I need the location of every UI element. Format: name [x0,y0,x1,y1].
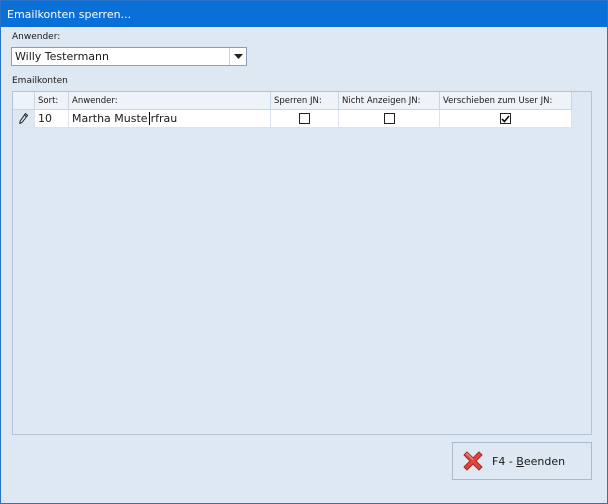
sort-cell[interactable]: 10 [35,110,69,128]
user-cell[interactable]: Martha Muste rfrau [69,110,271,128]
user-cell-text-start: Martha Muste [72,112,148,125]
nicht-anzeigen-cell [339,110,440,128]
text-caret [148,112,150,125]
verschieben-checkbox[interactable] [500,113,511,124]
title-bar[interactable]: Emailkonten sperren... [1,1,607,27]
pencil-icon [19,113,28,124]
header-sort[interactable]: Sort: [35,92,69,109]
sperren-cell [271,110,339,128]
user-label: Anwender: [12,32,61,42]
row-selector[interactable] [13,110,35,128]
dropdown-arrow-icon[interactable] [229,48,246,65]
user-combobox-value: Willy Testermann [15,50,109,63]
dialog-window: Emailkonten sperren... Anwender: Willy T… [0,0,608,504]
red-x-icon [463,451,483,471]
close-button[interactable]: F4 - Beenden [452,442,592,480]
sperren-checkbox[interactable] [299,113,310,124]
table-row[interactable]: 10 Martha Muste rfrau [13,110,572,128]
user-cell-text-end: rfrau [150,112,178,125]
nicht-anzeigen-checkbox[interactable] [383,113,395,124]
user-combobox[interactable]: Willy Testermann [11,47,247,66]
header-nicht-anzeigen[interactable]: Nicht Anzeigen JN: [339,92,440,109]
header-sperren[interactable]: Sperren JN: [271,92,339,109]
header-selector [13,92,35,109]
accounts-label: Emailkonten [12,76,68,86]
close-button-label: F4 - Beenden [492,454,566,468]
checkmark-icon [501,114,510,123]
header-user[interactable]: Anwender: [69,92,271,109]
verschieben-cell [440,110,572,128]
window-title: Emailkonten sperren... [7,7,132,21]
grid-header: Sort: Anwender: Sperren JN: Nicht Anzeig… [13,92,572,110]
accounts-grid[interactable]: Sort: Anwender: Sperren JN: Nicht Anzeig… [12,91,592,435]
header-verschieben[interactable]: Verschieben zum User JN: [440,92,572,109]
